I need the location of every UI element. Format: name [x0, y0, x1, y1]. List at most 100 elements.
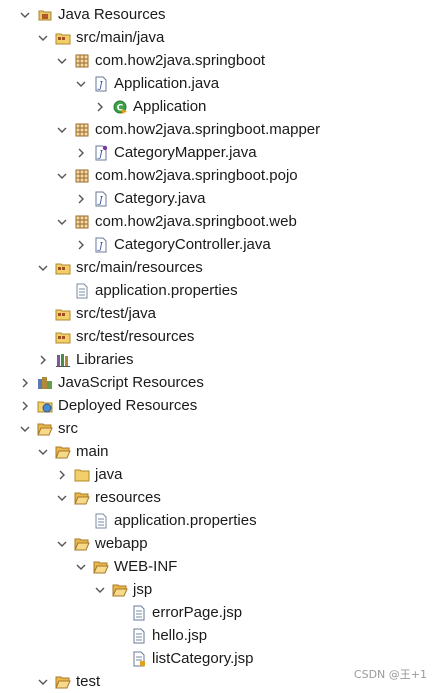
chevron-right-icon[interactable] — [93, 95, 107, 118]
java-resources-icon — [37, 7, 53, 23]
tree-item-java-folder[interactable]: java — [0, 463, 435, 486]
tree-item-src[interactable]: src — [0, 417, 435, 440]
tree-item-package-pojo[interactable]: com.how2java.springboot.pojo — [0, 164, 435, 187]
tree-item-label: JavaScript Resources — [58, 374, 204, 391]
chevron-down-icon[interactable] — [74, 555, 88, 578]
tree-item-categorymapper-java[interactable]: J CategoryMapper.java — [0, 141, 435, 164]
tree-item-application-properties-2[interactable]: application.properties — [0, 509, 435, 532]
tree-item-label: Application — [133, 98, 207, 115]
tree-item-src-main-resources[interactable]: src/main/resources — [0, 256, 435, 279]
tree-item-label: Deployed Resources — [58, 397, 198, 414]
tree-item-main[interactable]: main — [0, 440, 435, 463]
properties-file-icon — [93, 513, 109, 529]
tree-item-label: src/test/resources — [76, 328, 195, 345]
tree-item-label: src/test/java — [76, 305, 157, 322]
folder-open-icon — [55, 444, 71, 460]
chevron-down-icon[interactable] — [55, 210, 69, 233]
folder-icon — [74, 467, 90, 483]
tree-item-label: com.how2java.springboot.pojo — [95, 167, 298, 184]
tree-item-label: jsp — [133, 581, 153, 598]
tree-item-src-test-resources[interactable]: src/test/resources — [0, 325, 435, 348]
folder-open-icon — [55, 674, 71, 690]
tree-item-label: main — [76, 443, 109, 460]
chevron-right-icon[interactable] — [36, 348, 50, 371]
chevron-down-icon[interactable] — [55, 532, 69, 555]
chevron-right-icon[interactable] — [74, 187, 88, 210]
tree-item-label: CategoryController.java — [114, 236, 271, 253]
tree-item-web-inf[interactable]: WEB-INF — [0, 555, 435, 578]
source-folder-icon — [55, 306, 71, 322]
tree-item-label: Application.java — [114, 75, 220, 92]
javascript-resources-icon — [37, 375, 53, 391]
tree-item-application-java[interactable]: J Application.java — [0, 72, 435, 95]
tree-item-errorpage-jsp[interactable]: errorPage.jsp — [0, 601, 435, 624]
chevron-down-icon[interactable] — [36, 26, 50, 49]
project-explorer-tree: Java Resources src/main/java com.how2jav… — [0, 0, 435, 690]
tree-item-label: application.properties — [114, 512, 257, 529]
chevron-down-icon[interactable] — [18, 3, 32, 26]
tree-item-resources-folder[interactable]: resources — [0, 486, 435, 509]
tree-item-java-resources[interactable]: Java Resources — [0, 3, 435, 26]
chevron-down-icon[interactable] — [36, 440, 50, 463]
tree-item-label: resources — [95, 489, 161, 506]
tree-item-hello-jsp[interactable]: hello.jsp — [0, 624, 435, 647]
source-folder-icon — [55, 329, 71, 345]
folder-open-icon — [93, 559, 109, 575]
tree-item-label: WEB-INF — [114, 558, 178, 575]
class-run-icon: C — [112, 99, 128, 115]
tree-item-categorycontroller-java[interactable]: J CategoryController.java — [0, 233, 435, 256]
tree-item-label: java — [95, 466, 123, 483]
tree-item-deployed-resources[interactable]: Deployed Resources — [0, 394, 435, 417]
package-icon — [74, 168, 90, 184]
tree-item-src-main-java[interactable]: src/main/java — [0, 26, 435, 49]
chevron-down-icon[interactable] — [18, 417, 32, 440]
tree-item-label: com.how2java.springboot.web — [95, 213, 297, 230]
chevron-right-icon[interactable] — [74, 141, 88, 164]
tree-item-javascript-resources[interactable]: JavaScript Resources — [0, 371, 435, 394]
tree-item-package-mapper[interactable]: com.how2java.springboot.mapper — [0, 118, 435, 141]
tree-item-category-java[interactable]: J Category.java — [0, 187, 435, 210]
deployed-resources-icon — [37, 398, 53, 414]
tree-item-libraries[interactable]: Libraries — [0, 348, 435, 371]
folder-open-icon — [37, 421, 53, 437]
tree-item-label: listCategory.jsp — [152, 650, 254, 667]
chevron-down-icon[interactable] — [55, 486, 69, 509]
chevron-right-icon[interactable] — [18, 394, 32, 417]
chevron-right-icon[interactable] — [55, 463, 69, 486]
package-icon — [74, 122, 90, 138]
tree-item-application-class[interactable]: C Application — [0, 95, 435, 118]
tree-item-label: src — [58, 420, 78, 437]
chevron-down-icon[interactable] — [74, 72, 88, 95]
tree-item-label: application.properties — [95, 282, 238, 299]
chevron-down-icon[interactable] — [55, 49, 69, 72]
tree-item-package-web[interactable]: com.how2java.springboot.web — [0, 210, 435, 233]
tree-item-label: Libraries — [76, 351, 134, 368]
java-file-icon: J — [93, 237, 109, 253]
chevron-down-icon[interactable] — [93, 578, 107, 601]
tree-item-webapp[interactable]: webapp — [0, 532, 435, 555]
chevron-right-icon[interactable] — [74, 233, 88, 256]
source-folder-icon — [55, 260, 71, 276]
jsp-file-icon — [131, 628, 147, 644]
chevron-down-icon[interactable] — [55, 118, 69, 141]
tree-item-application-properties[interactable]: application.properties — [0, 279, 435, 302]
tree-item-package-springboot[interactable]: com.how2java.springboot — [0, 49, 435, 72]
chevron-down-icon[interactable] — [36, 256, 50, 279]
libraries-icon — [55, 352, 71, 368]
chevron-right-icon[interactable] — [18, 371, 32, 394]
chevron-down-icon[interactable] — [55, 164, 69, 187]
package-icon — [74, 53, 90, 69]
watermark-text: CSDN @王+1 — [353, 668, 427, 681]
tree-item-jsp-folder[interactable]: jsp — [0, 578, 435, 601]
jsp-file-icon — [131, 605, 147, 621]
properties-file-icon — [74, 283, 90, 299]
tree-item-src-test-java[interactable]: src/test/java — [0, 302, 435, 325]
tree-item-label: src/main/java — [76, 29, 165, 46]
package-icon — [74, 214, 90, 230]
java-file-icon: J — [93, 76, 109, 92]
tree-item-label: Java Resources — [58, 6, 166, 23]
